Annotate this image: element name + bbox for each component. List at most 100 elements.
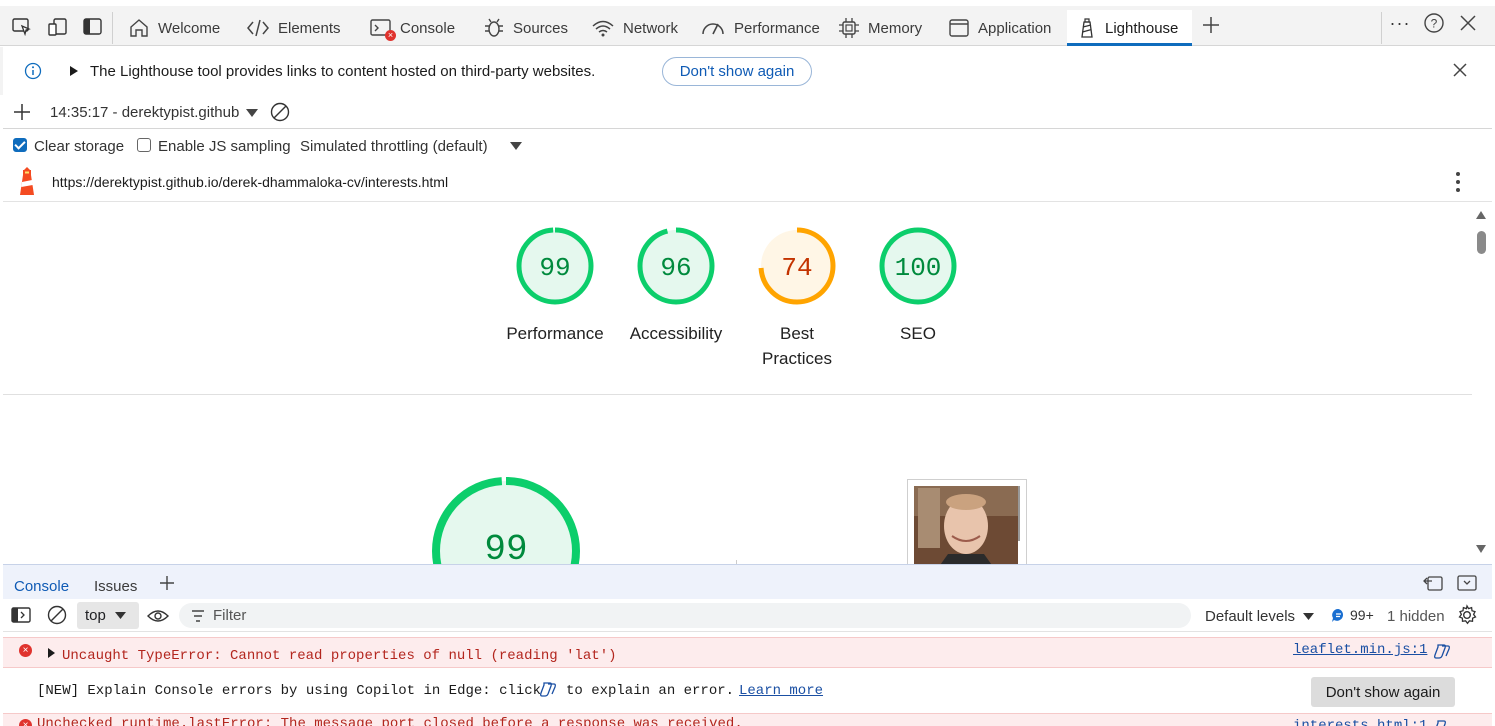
dock-drawer-icon[interactable] xyxy=(1423,574,1443,592)
add-drawer-tab-icon[interactable] xyxy=(159,575,175,591)
console-error-row[interactable]: × Uncaught TypeError: Cannot read proper… xyxy=(3,637,1492,668)
tab-sources[interactable]: Sources xyxy=(479,10,572,46)
large-score-value: 99 xyxy=(484,529,527,564)
console-sidebar-icon[interactable] xyxy=(11,606,31,624)
console-settings-gear-icon[interactable] xyxy=(1456,604,1478,626)
toggle-sidebar-icon[interactable] xyxy=(82,17,104,37)
dont-show-again-button[interactable]: Don't show again xyxy=(662,57,812,86)
score-gauge[interactable]: 100 xyxy=(877,225,959,311)
context-dropdown-icon xyxy=(114,612,126,619)
copilot-explain-icon[interactable] xyxy=(1433,642,1451,660)
more-options-icon[interactable]: ··· xyxy=(1389,13,1411,33)
clear-reports-icon[interactable] xyxy=(270,102,290,122)
lighthouse-logo-icon xyxy=(20,167,34,195)
tab-label: Console xyxy=(400,19,456,37)
tab-label: Network xyxy=(623,19,679,37)
chip-icon xyxy=(839,18,859,38)
wifi-icon xyxy=(592,20,614,37)
home-icon xyxy=(130,19,148,37)
copilot-promo-text: [NEW] Explain Console errors by using Co… xyxy=(37,683,542,699)
score-value: 99 xyxy=(539,253,570,283)
report-menu-icon[interactable] xyxy=(1455,171,1461,193)
inspect-element-icon[interactable] xyxy=(11,17,33,37)
log-levels-select[interactable]: Default levels xyxy=(1205,608,1295,625)
throttling-dropdown-icon[interactable] xyxy=(509,141,523,151)
audited-url: https://derektypist.github.io/derek-dham… xyxy=(52,174,449,190)
console-toolbar: top Filter Default levels 99+ 1 hidden xyxy=(3,600,1492,632)
minimize-drawer-icon[interactable] xyxy=(1457,574,1477,592)
tab-label: Lighthouse xyxy=(1105,19,1179,37)
device-emulation-icon[interactable] xyxy=(47,17,69,37)
devtools-tabbar: Welcome Elements × Console Sources Netwo… xyxy=(0,0,1495,46)
copilot-dont-show-again-button[interactable]: Don't show again xyxy=(1311,677,1455,707)
tab-memory[interactable]: Memory xyxy=(834,10,926,46)
error-icon: × xyxy=(19,644,32,657)
hidden-count: 1 hidden xyxy=(1387,608,1445,625)
copilot-promo-text-after: to explain an error. xyxy=(566,683,735,699)
score-gauge[interactable]: 74 xyxy=(756,225,838,311)
context-selector[interactable]: top xyxy=(77,602,139,629)
screenshot-thumbnail[interactable] xyxy=(907,479,1027,564)
throttling-select[interactable]: Simulated throttling (default) xyxy=(300,138,488,155)
report-scrollbar[interactable] xyxy=(1472,203,1492,564)
tab-label: Application xyxy=(978,19,1052,37)
tab-elements[interactable]: Elements xyxy=(242,10,345,46)
help-icon[interactable]: ? xyxy=(1423,13,1445,33)
live-expression-eye-icon[interactable] xyxy=(147,608,169,624)
score-gauge[interactable]: 96 xyxy=(635,225,717,311)
error-badge-icon: × xyxy=(385,30,396,41)
error-icon: × xyxy=(19,719,32,726)
copilot-explain-icon[interactable] xyxy=(1433,718,1451,726)
lighthouse-report: 99 Performance 96 Accessibility 74 Best Pract… xyxy=(3,203,1472,564)
tab-label: Memory xyxy=(868,19,923,37)
score-label: Best Practices xyxy=(762,324,832,368)
learn-more-link[interactable]: Learn more xyxy=(739,683,823,699)
close-infobar-icon[interactable] xyxy=(1453,63,1467,77)
scroll-thumb[interactable] xyxy=(1477,231,1486,254)
scroll-up-icon[interactable] xyxy=(1475,210,1487,220)
tab-console[interactable]: × Console xyxy=(366,10,459,46)
error-source-link[interactable]: interests.html:1 xyxy=(1293,718,1427,726)
score-label: SEO xyxy=(900,324,936,343)
expand-triangle-icon[interactable] xyxy=(69,65,79,77)
tab-lighthouse[interactable]: Lighthouse xyxy=(1067,10,1192,46)
tab-welcome[interactable]: Welcome xyxy=(124,10,224,46)
close-devtools-icon[interactable] xyxy=(1457,13,1479,33)
score-value: 74 xyxy=(781,253,812,283)
add-tab-icon[interactable] xyxy=(1200,15,1222,35)
console-filter[interactable]: Filter xyxy=(179,603,1191,628)
drawer-tab-issues[interactable]: Issues xyxy=(94,578,137,595)
js-sampling-checkbox[interactable] xyxy=(137,138,151,152)
clear-console-icon[interactable] xyxy=(47,605,67,625)
drawer-tab-console[interactable]: Console xyxy=(11,578,72,602)
issues-bubble-icon[interactable] xyxy=(1331,608,1346,623)
report-select[interactable]: 14:35:17 - derektypist.github xyxy=(50,104,239,121)
clear-storage-checkbox[interactable] xyxy=(13,138,27,152)
error-message: Uncaught TypeError: Cannot read properti… xyxy=(62,648,617,664)
error-source-link[interactable]: leaflet.min.js:1 xyxy=(1293,642,1427,658)
infobar-text: The Lighthouse tool provides links to co… xyxy=(90,63,596,80)
code-icon xyxy=(247,19,269,37)
tab-label: Elements xyxy=(278,19,341,37)
context-label: top xyxy=(85,607,106,624)
dropdown-arrow-icon[interactable] xyxy=(245,108,259,118)
lighthouse-icon xyxy=(1081,18,1093,38)
score-gauge[interactable]: 99 xyxy=(514,225,596,311)
new-report-icon[interactable] xyxy=(13,103,31,121)
lighthouse-url-bar: https://derektypist.github.io/derek-dham… xyxy=(3,162,1492,202)
tab-performance[interactable]: Performance xyxy=(696,10,824,46)
performance-large-gauge: 99 xyxy=(432,477,580,564)
scroll-down-icon[interactable] xyxy=(1475,544,1487,554)
tab-label: Welcome xyxy=(158,19,221,37)
filter-icon xyxy=(192,610,204,622)
expand-error-icon[interactable] xyxy=(47,647,56,659)
score-value: 96 xyxy=(660,253,691,283)
bug-icon xyxy=(485,18,503,37)
tab-application[interactable]: Application xyxy=(944,10,1055,46)
console-error-row[interactable]: × Unchecked runtime.lastError: The messa… xyxy=(3,713,1492,726)
levels-dropdown-icon[interactable] xyxy=(1302,612,1315,621)
tab-network[interactable]: Network xyxy=(587,10,682,46)
issues-count[interactable]: 99+ xyxy=(1350,607,1374,623)
lighthouse-settings: Clear storage Enable JS sampling Simulat… xyxy=(3,130,1492,160)
tab-label: Sources xyxy=(513,19,569,37)
